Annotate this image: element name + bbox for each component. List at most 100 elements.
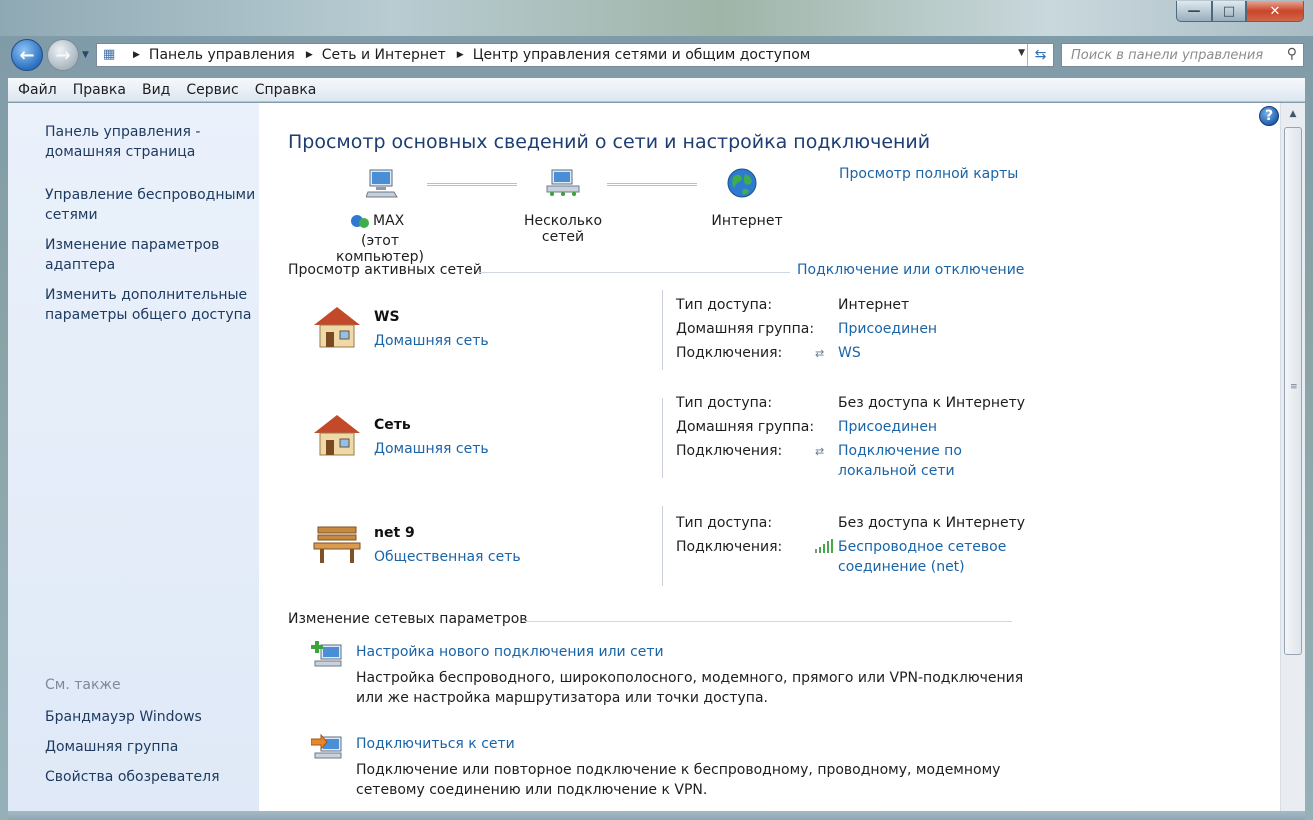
maximize-button[interactable]: □: [1212, 1, 1246, 22]
internet-label: Интернет: [711, 213, 783, 229]
access-type-value: Без доступа к Интернету: [838, 515, 1026, 531]
breadcrumb-network-internet[interactable]: Сеть и Интернет: [322, 47, 446, 63]
scroll-grip-icon: ≡: [1290, 382, 1298, 392]
help-icon[interactable]: ?: [1259, 106, 1279, 126]
description-line: Настройка беспроводного, широкополосного…: [356, 670, 1024, 686]
setup-new-connection-link[interactable]: Настройка нового подключения или сети: [356, 644, 664, 660]
ethernet-connection-icon: ⇄: [815, 347, 825, 360]
address-bar[interactable]: ▦ ▶ Панель управления ▶ Сеть и Интернет …: [96, 43, 1054, 67]
menu-help[interactable]: Справка: [247, 82, 325, 98]
access-type-value: Без доступа к Интернету: [838, 395, 1026, 411]
sidebar-link-homegroup[interactable]: Домашняя группа: [45, 737, 260, 757]
sidebar-link-adapter-settings[interactable]: Изменение параметров адаптера: [45, 235, 260, 275]
refresh-icon: ⇆: [1034, 47, 1047, 63]
connections-label: Подключения:: [676, 539, 783, 555]
breadcrumb-control-panel[interactable]: Панель управления: [149, 47, 295, 63]
forward-arrow-icon: →: [55, 44, 71, 66]
search-placeholder: Поиск в панели управления: [1071, 47, 1264, 63]
vertical-scrollbar[interactable]: ▲ ≡: [1280, 103, 1305, 811]
active-networks-heading: Просмотр активных сетей: [288, 262, 482, 278]
sidebar: Панель управления - домашняя страница Уп…: [8, 103, 259, 811]
access-type-label: Тип доступа:: [676, 297, 773, 313]
connection-link[interactable]: WS: [838, 343, 861, 363]
sidebar-link-internet-options[interactable]: Свойства обозревателя: [45, 767, 260, 787]
connection-link-line: локальной сети: [838, 463, 955, 479]
computer-subtitle: (этот компьютер): [336, 233, 424, 265]
minimize-button[interactable]: —: [1176, 1, 1212, 22]
internet-globe-icon: [727, 168, 757, 198]
menu-view[interactable]: Вид: [134, 82, 178, 98]
title-bar[interactable]: — □ ✕: [0, 0, 1313, 36]
network-type-link[interactable]: Домашняя сеть: [374, 333, 489, 349]
multiple-networks-icon: [546, 169, 580, 196]
network-type-link[interactable]: Домашняя сеть: [374, 441, 489, 457]
window-frame: — □ ✕ ← → ▼ ▦ ▶ Панель управления ▶ Сеть…: [0, 0, 1313, 820]
view-full-map-link[interactable]: Просмотр полной карты: [839, 166, 1018, 182]
search-icon[interactable]: ⚲: [1287, 46, 1297, 62]
connection-link-line: соединение (net): [838, 559, 965, 575]
section-divider: [478, 272, 790, 273]
connections-label: Подключения:: [676, 345, 783, 361]
connect-to-network-icon: [311, 733, 342, 759]
network-status-icon: [351, 215, 369, 228]
network-name: Сеть: [374, 417, 411, 433]
description-line: Подключение или повторное подключение к …: [356, 762, 1001, 778]
multiple-networks-label: Несколько сетей: [523, 213, 603, 245]
map-connector-line: [607, 183, 697, 186]
setup-new-connection-description: Настройка беспроводного, широкополосного…: [356, 668, 1026, 708]
connect-to-network-link[interactable]: Подключиться к сети: [356, 736, 515, 752]
address-dropdown-icon[interactable]: ▼: [1018, 48, 1025, 58]
breadcrumb-arrow-icon[interactable]: ▶: [457, 50, 464, 60]
breadcrumb-arrow-icon[interactable]: ▶: [306, 50, 313, 60]
new-connection-icon: [311, 641, 342, 667]
ethernet-connection-icon: ⇄: [815, 445, 825, 458]
main-content: ? Просмотр основных сведений о сети и на…: [259, 103, 1280, 811]
change-settings-heading: Изменение сетевых параметров: [288, 611, 528, 627]
back-arrow-icon: ←: [19, 44, 35, 66]
network-name: WS: [374, 309, 400, 325]
vertical-divider: [662, 290, 663, 370]
sidebar-link-advanced-sharing[interactable]: Изменить дополнительные параметры общего…: [45, 285, 260, 325]
recent-pages-dropdown-icon[interactable]: ▼: [82, 50, 89, 60]
home-network-icon: [314, 307, 360, 348]
breadcrumb-arrow-icon[interactable]: ▶: [133, 50, 140, 60]
menu-tools[interactable]: Сервис: [178, 82, 246, 98]
connections-label: Подключения:: [676, 443, 783, 459]
scrollbar-thumb[interactable]: ≡: [1284, 127, 1302, 655]
search-input[interactable]: Поиск в панели управления ⚲: [1061, 43, 1304, 67]
breadcrumb-network-center[interactable]: Центр управления сетями и общим доступом: [473, 47, 811, 63]
refresh-button[interactable]: ⇆: [1027, 44, 1053, 66]
sidebar-link-control-panel-home[interactable]: Панель управления - домашняя страница: [45, 122, 260, 162]
homegroup-link[interactable]: Присоединен: [838, 417, 937, 437]
control-panel-icon: ▦: [103, 47, 116, 62]
menu-edit[interactable]: Правка: [65, 82, 134, 98]
forward-button[interactable]: →: [47, 39, 79, 71]
back-button[interactable]: ←: [11, 39, 43, 71]
see-also-heading: См. также: [45, 677, 121, 693]
scroll-up-arrow-icon[interactable]: ▲: [1281, 103, 1305, 125]
homegroup-label: Домашняя группа:: [676, 321, 815, 337]
access-type-label: Тип доступа:: [676, 515, 773, 531]
description-line: сетевому соединению или подключение к VP…: [356, 782, 708, 798]
window-bottom-border: [8, 811, 1305, 820]
bench-public-network-icon: [313, 526, 361, 563]
homegroup-label: Домашняя группа:: [676, 419, 815, 435]
map-connector-line: [427, 183, 517, 186]
wireless-signal-icon: [815, 539, 833, 553]
computer-name: MAX: [373, 213, 405, 229]
section-divider: [523, 621, 1012, 622]
sidebar-link-firewall[interactable]: Брандмауэр Windows: [45, 707, 260, 727]
homegroup-link[interactable]: Присоединен: [838, 319, 937, 339]
menu-file[interactable]: Файл: [8, 82, 65, 98]
access-type-value: Интернет: [838, 297, 910, 313]
sidebar-link-manage-wireless[interactable]: Управление беспроводными сетями: [45, 185, 260, 225]
connection-link[interactable]: Беспроводное сетевое соединение (net): [838, 537, 1006, 577]
menu-bar: Файл Правка Вид Сервис Справка: [8, 78, 1305, 102]
connect-disconnect-link[interactable]: Подключение или отключение: [797, 262, 1024, 278]
connect-to-network-description: Подключение или повторное подключение к …: [356, 760, 1026, 800]
connection-link[interactable]: Подключение по локальной сети: [838, 441, 962, 481]
access-type-label: Тип доступа:: [676, 395, 773, 411]
network-name: net 9: [374, 525, 415, 541]
network-type-link[interactable]: Общественная сеть: [374, 549, 521, 565]
close-button[interactable]: ✕: [1246, 1, 1304, 22]
